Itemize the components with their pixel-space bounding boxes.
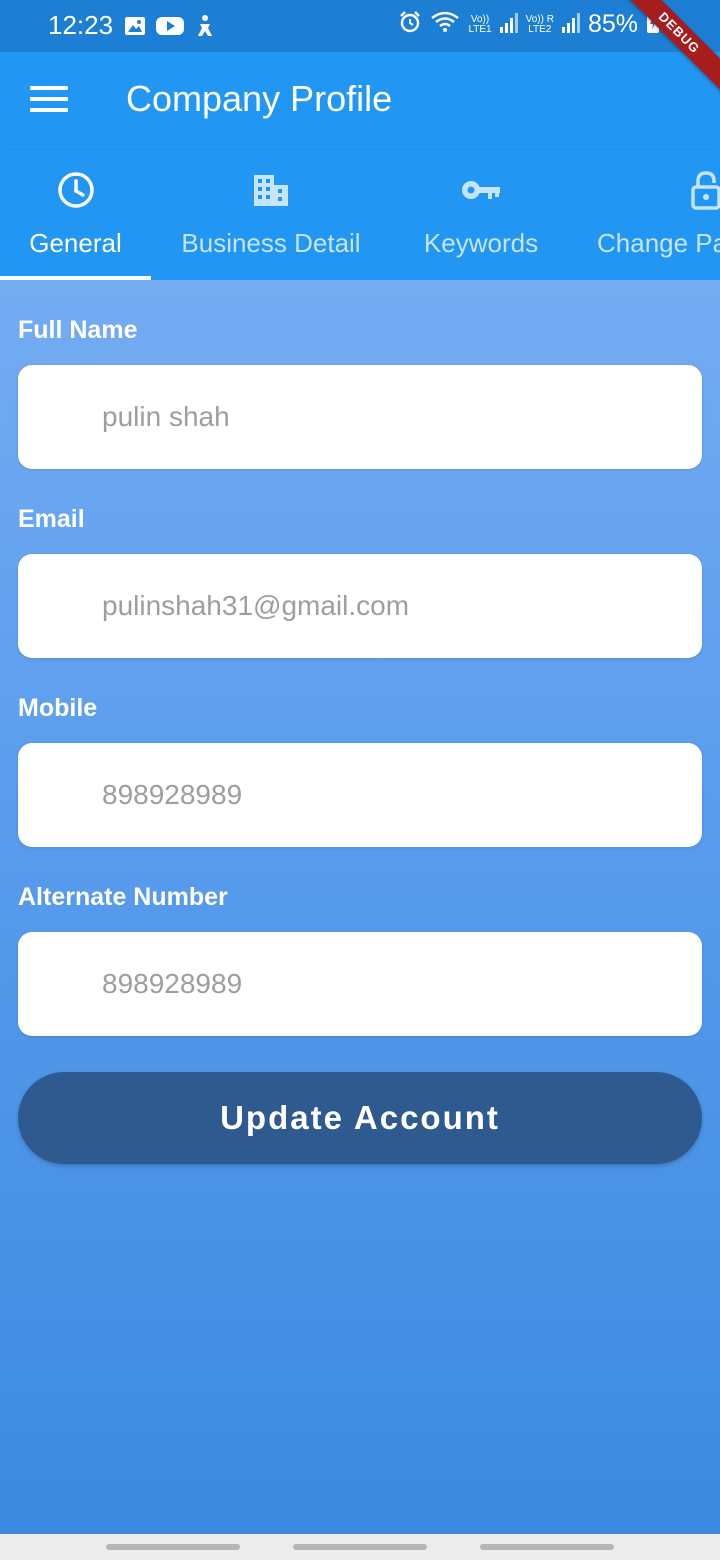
nav-home[interactable] — [293, 1544, 427, 1550]
status-bar: 12:23 Vo)) LTE1 Vo)) R LTE2 85% — [0, 0, 720, 52]
wifi-icon — [430, 10, 460, 39]
hamburger-menu-icon[interactable] — [30, 86, 68, 116]
notification-icons — [124, 14, 216, 43]
signal-icon — [561, 11, 580, 38]
status-time: 12:23 — [48, 10, 114, 40]
tab-label-general: General — [29, 228, 122, 258]
lock-icon — [690, 170, 720, 210]
system-status-icons: Vo)) LTE1 Vo)) R LTE2 85% — [398, 10, 660, 39]
key-icon — [460, 170, 502, 210]
page-title: Company Profile — [126, 78, 393, 119]
email-field[interactable] — [102, 554, 682, 658]
full-name-field[interactable] — [102, 365, 682, 469]
system-nav-bar — [0, 1534, 720, 1560]
building-icon — [252, 170, 290, 210]
sim1-network-label: Vo)) LTE1 — [468, 13, 492, 35]
tab-label-keywords: Keywords — [423, 228, 539, 258]
nav-recent-apps[interactable] — [106, 1544, 240, 1550]
tab-keywords[interactable]: Keywords — [404, 150, 558, 280]
alternate-number-field-box — [18, 932, 702, 1036]
email-field-box — [18, 554, 702, 658]
form-content: Full Name Email Mobile Alternate Number … — [0, 280, 720, 1534]
signal-icon — [499, 11, 518, 38]
mobile-label: Mobile — [18, 694, 98, 722]
alternate-number-label: Alternate Number — [18, 883, 228, 911]
update-account-button[interactable]: Update Account — [18, 1072, 702, 1164]
full-name-label: Full Name — [18, 316, 138, 344]
alarm-icon — [398, 10, 422, 39]
tab-business-detail[interactable]: Business Detail — [160, 150, 382, 280]
battery-percent: 85% — [587, 10, 638, 38]
clock-icon — [57, 170, 95, 210]
nav-back[interactable] — [480, 1544, 614, 1550]
mobile-field-box — [18, 743, 702, 847]
youtube-icon — [156, 15, 184, 42]
email-label: Email — [18, 505, 85, 533]
tab-label-business-detail: Business Detail — [181, 228, 361, 258]
tab-change-password[interactable]: Change Pa — [597, 150, 720, 280]
tab-general[interactable]: General — [0, 150, 151, 280]
mobile-field[interactable] — [102, 743, 682, 847]
image-icon — [124, 15, 146, 42]
app-bar: Company Profile — [0, 52, 720, 150]
tab-label-change-password: Change Pa — [597, 228, 720, 258]
alternate-number-field[interactable] — [102, 932, 682, 1036]
sim2-network-label: Vo)) R LTE2 — [525, 13, 554, 35]
accessibility-icon — [194, 14, 216, 43]
tab-bar: General Business Detail Keywords Change … — [0, 150, 720, 280]
full-name-field-box — [18, 365, 702, 469]
